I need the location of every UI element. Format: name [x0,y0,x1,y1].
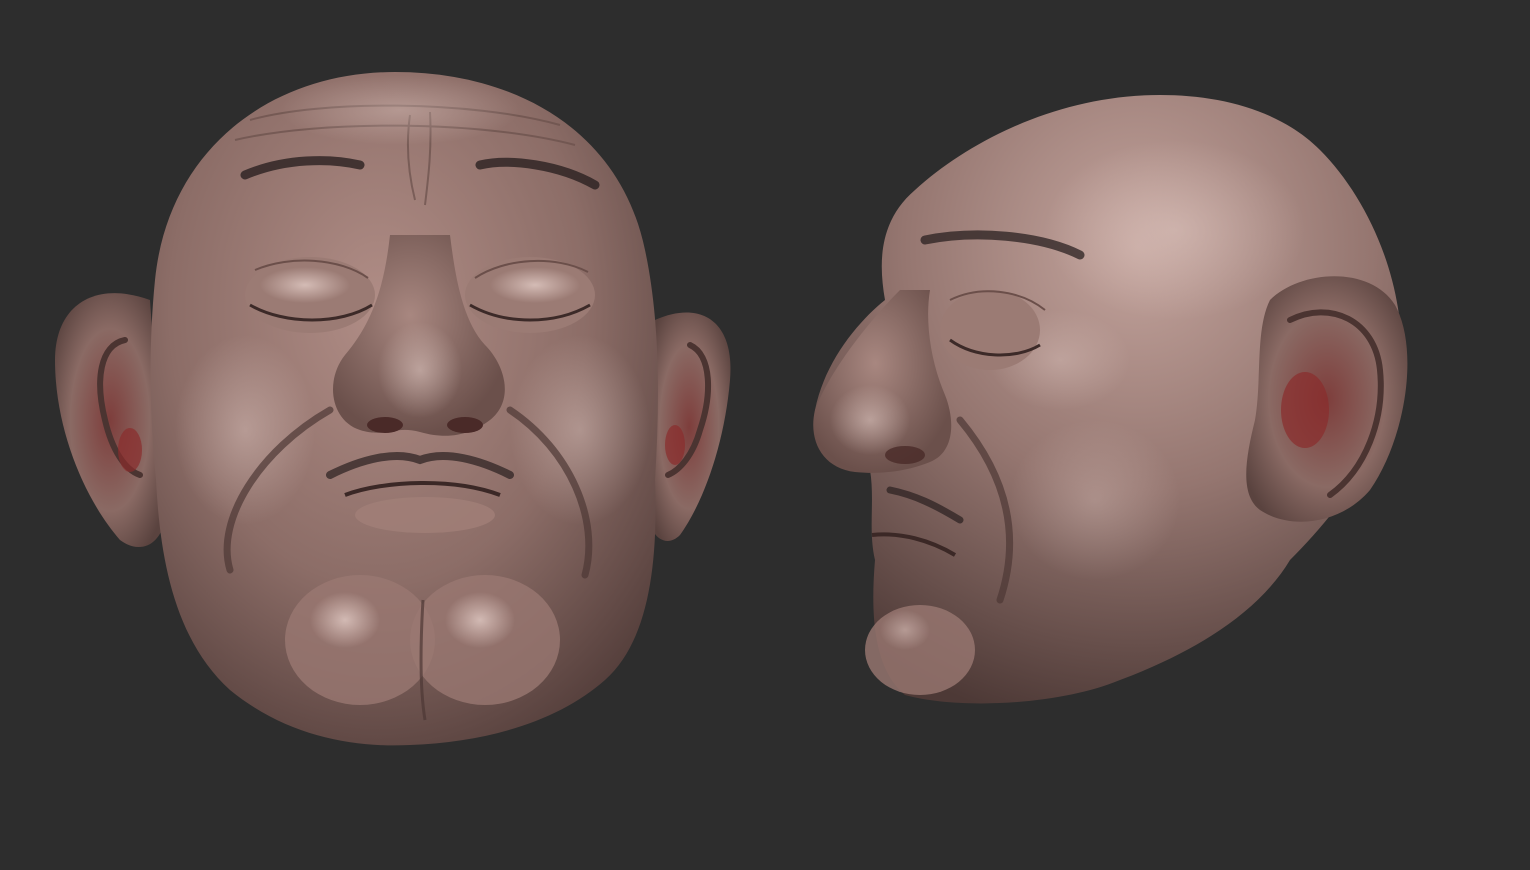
sculpt-render [0,0,1530,870]
left-eye [245,257,375,333]
viewport-canvas [0,0,1530,870]
side-cheek [1010,420,1180,580]
right-eye [465,257,595,333]
front-lower-lip [355,497,495,533]
